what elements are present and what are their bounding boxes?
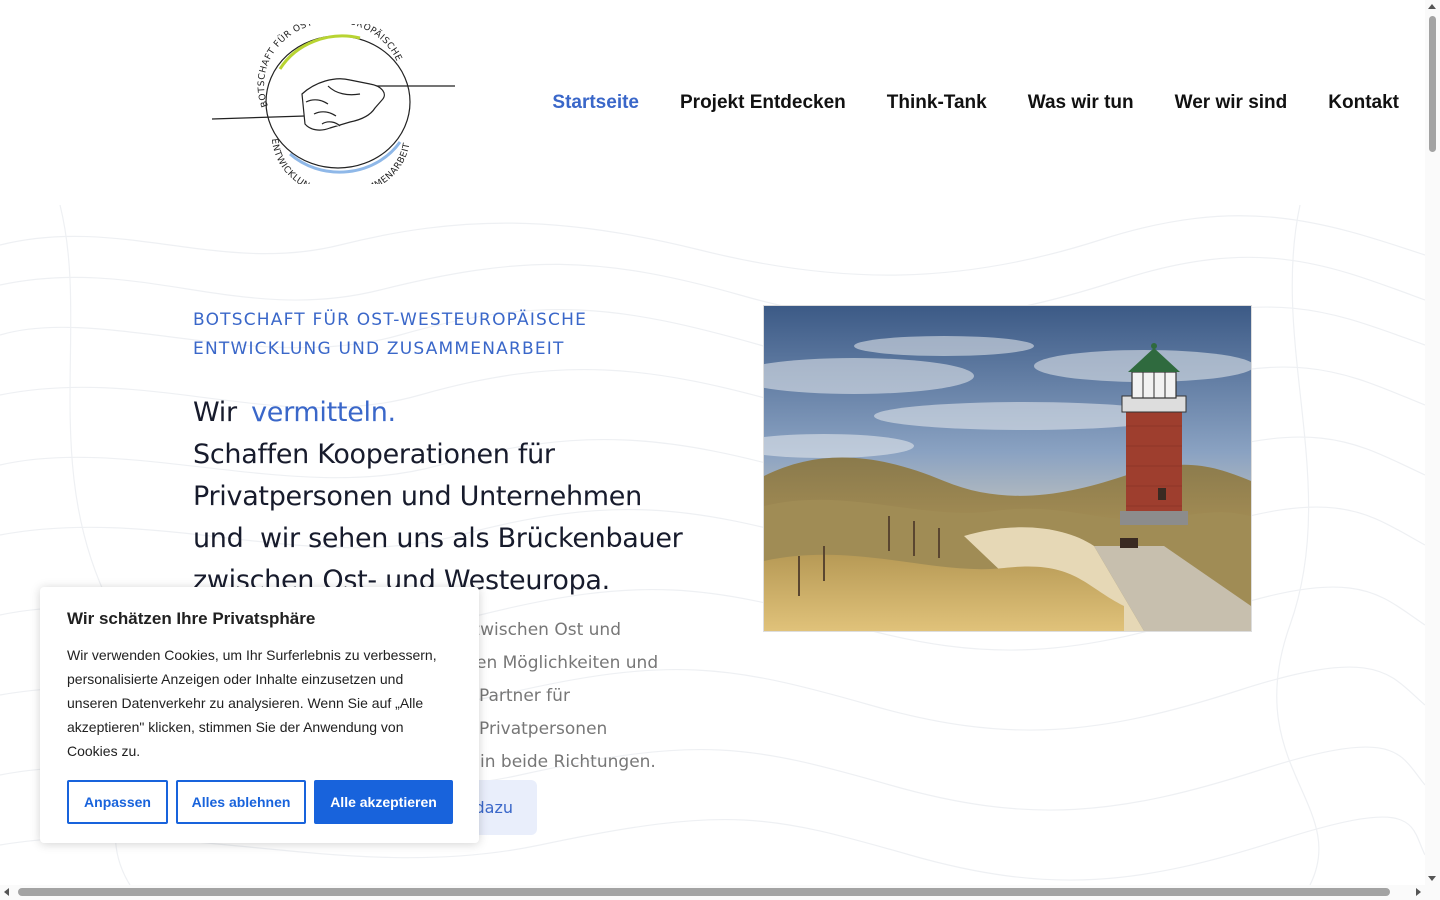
headline-line-2: Schaffen Kooperationen für	[193, 439, 555, 470]
horizontal-scroll-thumb[interactable]	[18, 888, 1390, 896]
scroll-right-icon[interactable]	[1416, 888, 1421, 896]
scroll-left-icon[interactable]	[4, 888, 9, 896]
cookie-title: Wir schätzen Ihre Privatsphäre	[67, 609, 316, 628]
headline-lead: Wir	[193, 397, 237, 428]
eyebrow-line-2: ENTWICKLUNG UND ZUSAMMENARBEIT	[193, 339, 565, 359]
main-navigation: Startseite Projekt Entdecken Think-Tank …	[552, 92, 1399, 114]
page: BOTSCHAFT FÜR OST-WESTEUROPÄISCHE ENTWIC…	[0, 0, 1425, 885]
nav-projekt-entdecken[interactable]: Projekt Entdecken	[680, 92, 846, 114]
headline-line-4: und wir sehen uns als Brückenbauer	[193, 523, 683, 554]
headline-accent: vermitteln.	[251, 397, 396, 428]
nav-startseite[interactable]: Startseite	[552, 92, 639, 114]
nav-was-wir-tun[interactable]: Was wir tun	[1028, 92, 1134, 114]
hero-eyebrow: BOTSCHAFT FÜR OST-WESTEUROPÄISCHE ENTWIC…	[193, 306, 653, 364]
vertical-scrollbar[interactable]	[1425, 0, 1440, 885]
embassy-logo[interactable]: BOTSCHAFT FÜR OST-WESTEUROPÄISCHE ENTWIC…	[210, 24, 460, 184]
cookie-consent-banner: Wir schätzen Ihre Privatsphäre Wir verwe…	[40, 587, 479, 843]
nav-kontakt[interactable]: Kontakt	[1328, 92, 1399, 114]
horizontal-scrollbar[interactable]	[0, 885, 1425, 900]
handshake-icon	[211, 78, 455, 131]
scrollbar-corner	[1425, 885, 1440, 900]
cookie-text: Wir verwenden Cookies, um Ihr Surferlebn…	[67, 647, 437, 759]
scroll-down-icon[interactable]	[1428, 876, 1436, 881]
hero-image-lighthouse	[763, 305, 1252, 632]
scroll-up-icon[interactable]	[1428, 4, 1436, 9]
hero-headline: Wir vermitteln. Schaffen Kooperationen f…	[193, 392, 713, 602]
logo-text-bottom: ENTWICKLUNG UND ZUSAMMENARBEIT	[269, 138, 412, 184]
svg-text:ENTWICKLUNG UND ZUSAMMENARBEIT: ENTWICKLUNG UND ZUSAMMENARBEIT	[269, 138, 413, 184]
cookie-customize-button[interactable]: Anpassen	[67, 780, 168, 824]
nav-think-tank[interactable]: Think-Tank	[887, 92, 987, 114]
headline-line-3: Privatpersonen und Unternehmen	[193, 481, 642, 512]
cookie-buttons: Anpassen Alles ablehnen Alle akzeptieren	[67, 780, 453, 824]
cookie-accept-button[interactable]: Alle akzeptieren	[314, 780, 453, 824]
cookie-reject-button[interactable]: Alles ablehnen	[176, 780, 306, 824]
vertical-scroll-thumb[interactable]	[1429, 16, 1436, 152]
nav-wer-wir-sind[interactable]: Wer wir sind	[1175, 92, 1288, 114]
eyebrow-line-1: BOTSCHAFT FÜR OST-WESTEUROPÄISCHE	[193, 310, 588, 330]
